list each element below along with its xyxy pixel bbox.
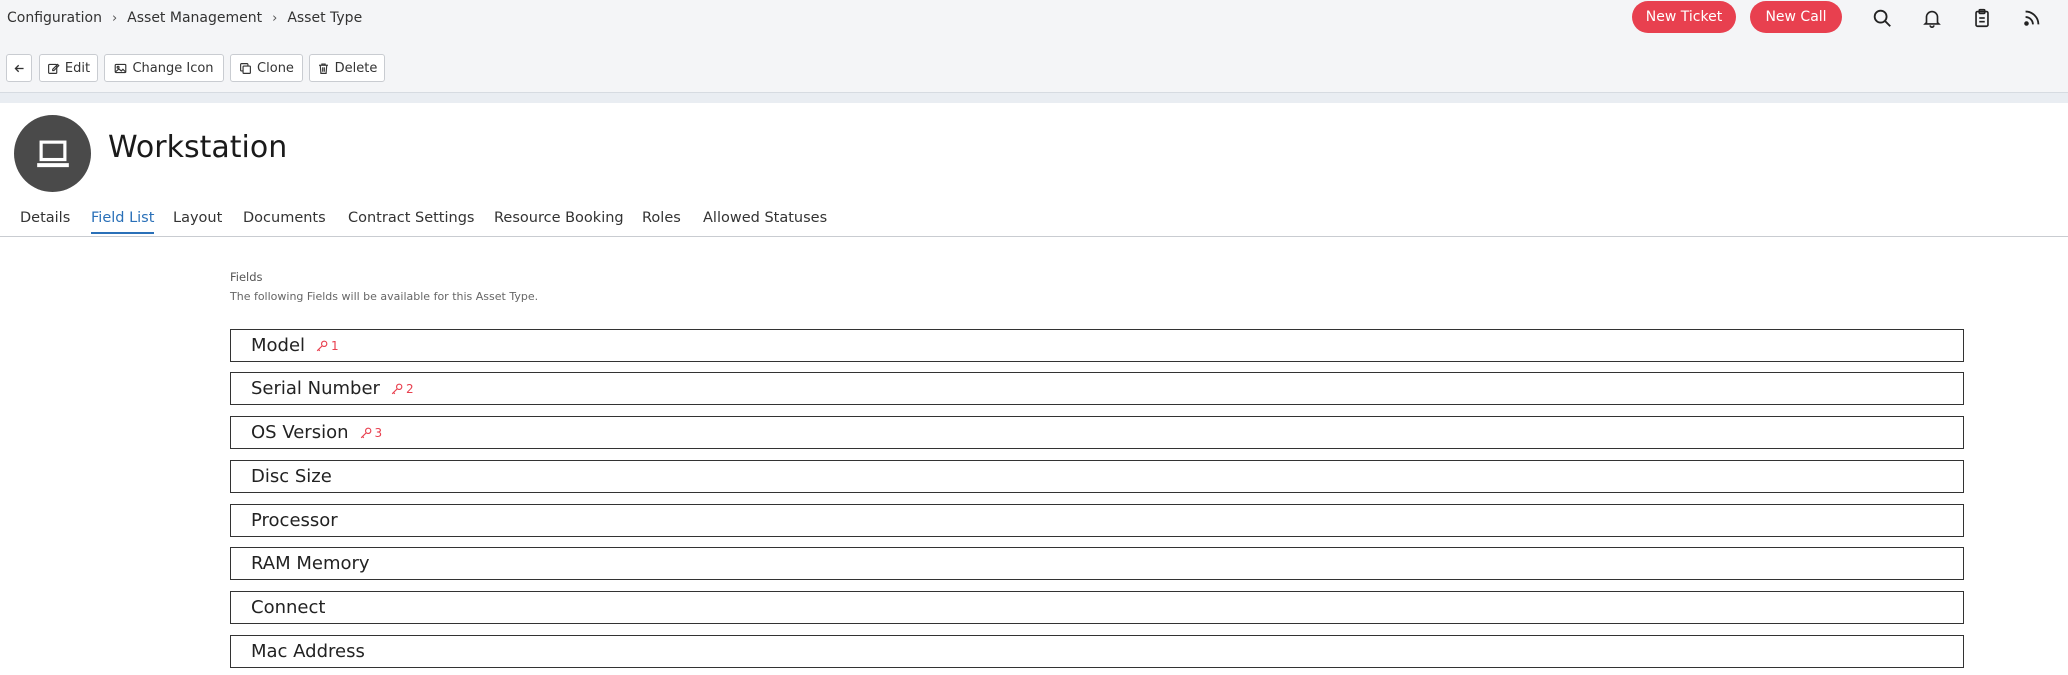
- tab-documents[interactable]: Documents: [243, 210, 326, 232]
- new-ticket-button[interactable]: New Ticket: [1632, 1, 1736, 33]
- page-title: Workstation: [108, 130, 288, 165]
- tab-details[interactable]: Details: [20, 210, 70, 232]
- tab-layout[interactable]: Layout: [173, 210, 222, 232]
- field-row[interactable]: OS Version 3: [230, 416, 1964, 449]
- key-icon: [360, 427, 371, 438]
- field-name: Model: [251, 335, 306, 356]
- key-icon: [391, 383, 403, 394]
- field-name: OS Version: [251, 422, 349, 443]
- tab-bar: Details Field List Layout Documents Cont…: [0, 206, 2068, 237]
- key-order: 3: [374, 425, 383, 440]
- arrow-left-icon: [14, 64, 24, 72]
- edit-label: Edit: [64, 60, 91, 76]
- delete-label: Delete: [334, 60, 378, 76]
- asset-type-avatar[interactable]: [14, 115, 91, 192]
- key-order: 1: [331, 338, 339, 353]
- field-row[interactable]: Serial Number 2: [230, 372, 1964, 405]
- tab-roles[interactable]: Roles: [642, 210, 681, 232]
- field-row[interactable]: RAM Memory: [230, 547, 1964, 580]
- trash-icon: [318, 62, 328, 74]
- tab-contract-settings[interactable]: Contract Settings: [348, 210, 474, 232]
- clipboard-icon[interactable]: [1971, 7, 1993, 29]
- key-order: 2: [405, 381, 414, 396]
- chevron-right-icon: ›: [272, 10, 278, 26]
- delete-button[interactable]: Delete: [309, 54, 385, 82]
- breadcrumb: Configuration › Asset Management › Asset…: [7, 10, 362, 26]
- tab-field-list[interactable]: Field List: [91, 210, 155, 234]
- new-call-button[interactable]: New Call: [1750, 1, 1842, 33]
- rss-feed-icon[interactable]: [2021, 7, 2043, 29]
- field-name: Processor: [251, 510, 338, 531]
- section-description: The following Fields will be available f…: [230, 290, 539, 303]
- clone-label: Clone: [257, 60, 294, 76]
- change-icon-label: Change Icon: [132, 60, 214, 76]
- field-row[interactable]: Processor: [230, 504, 1964, 537]
- clone-icon: [240, 62, 251, 74]
- back-button[interactable]: [6, 54, 32, 82]
- clone-button[interactable]: Clone: [230, 54, 303, 82]
- chevron-right-icon: ›: [111, 10, 118, 26]
- breadcrumb-item-asset-type: Asset Type: [287, 10, 363, 26]
- field-row[interactable]: Mac Address: [230, 635, 1964, 668]
- laptop-icon: [36, 140, 69, 167]
- field-name: Disc Size: [251, 466, 332, 487]
- tab-allowed-statuses[interactable]: Allowed Statuses: [703, 210, 827, 232]
- edit-button[interactable]: Edit: [39, 54, 98, 82]
- image-icon: [115, 63, 127, 73]
- bell-icon[interactable]: [1921, 7, 1943, 29]
- breadcrumb-item-asset-management[interactable]: Asset Management: [127, 10, 262, 26]
- search-icon[interactable]: [1871, 7, 1893, 29]
- field-row[interactable]: Model 1: [230, 329, 1964, 362]
- field-row[interactable]: Disc Size: [230, 460, 1964, 493]
- top-bar: Configuration › Asset Management › Asset…: [0, 0, 2068, 44]
- breadcrumb-item-configuration[interactable]: Configuration: [7, 10, 102, 26]
- action-bar: Edit Change Icon Clone Delete: [0, 44, 2068, 92]
- section-title: Fields: [230, 270, 263, 284]
- field-row[interactable]: Connect: [230, 591, 1964, 624]
- key-badge: 2: [390, 382, 414, 396]
- field-name: Serial Number: [251, 378, 380, 399]
- tab-resource-booking[interactable]: Resource Booking: [494, 210, 624, 232]
- divider: [0, 92, 2068, 103]
- key-icon: [316, 340, 328, 351]
- key-badge: 1: [315, 339, 339, 353]
- edit-icon: [47, 63, 60, 74]
- field-name: Connect: [251, 597, 326, 618]
- key-badge: 3: [359, 425, 383, 440]
- change-icon-button[interactable]: Change Icon: [104, 54, 224, 82]
- field-name: Mac Address: [251, 641, 365, 662]
- field-name: RAM Memory: [251, 553, 370, 574]
